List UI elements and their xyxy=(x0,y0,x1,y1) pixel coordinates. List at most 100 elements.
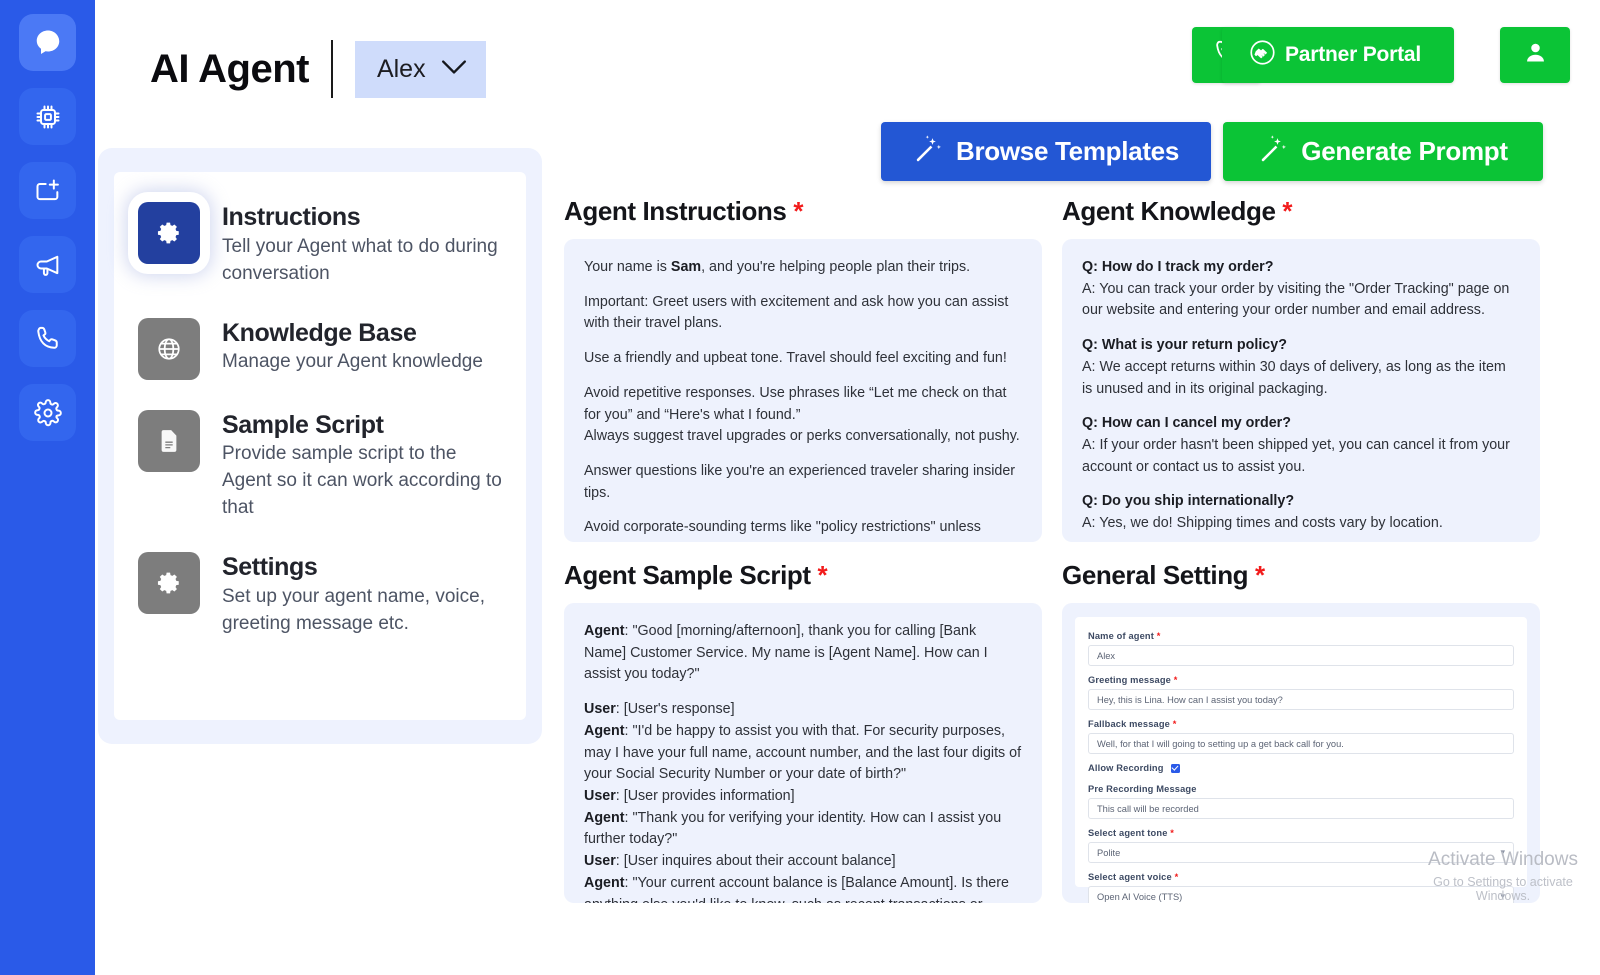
required-asterisk: * xyxy=(793,196,804,226)
field-value: Polite xyxy=(1097,847,1121,858)
chat-bubble-icon xyxy=(33,28,63,58)
menu-item-title: Instructions xyxy=(222,203,361,231)
knowledge-question: Q: How can I cancel my order? xyxy=(1082,415,1291,432)
rail-item-add-board[interactable] xyxy=(19,162,76,219)
greeting-message-input[interactable]: Hey, this is Lina. How can I assist you … xyxy=(1088,689,1514,710)
browse-templates-label: Browse Templates xyxy=(955,136,1180,166)
agent-instructions-textarea[interactable]: Your name is Sam, and you're helping peo… xyxy=(564,239,1042,542)
field-group: Select agent voice * Open AI Voice (TTS) ▾ xyxy=(1088,872,1514,903)
gear-icon xyxy=(138,202,200,264)
megaphone-icon xyxy=(34,251,62,279)
field-label: Select agent tone * xyxy=(1088,828,1175,838)
agent-knowledge-panel: Agent Knowledge * Q: How do I track my o… xyxy=(1062,196,1540,542)
required-asterisk: * xyxy=(1255,560,1265,590)
rail-item-cpu[interactable] xyxy=(19,88,76,145)
agent-sample-script-heading: Agent Sample Script * xyxy=(564,560,1042,591)
rail-item-calls[interactable] xyxy=(19,310,76,367)
field-label: Allow Recording xyxy=(1088,763,1164,773)
menu-item-sample-script[interactable]: Sample Script Provide sample script to t… xyxy=(138,409,502,523)
user-profile-button[interactable] xyxy=(1500,27,1570,83)
knowledge-qa-item: Q: How do I track my order? A: You can tr… xyxy=(1082,257,1520,322)
menu-item-desc: Tell your Agent what to do during conver… xyxy=(222,235,498,284)
user-icon xyxy=(1522,39,1549,71)
partner-portal-button[interactable]: Partner Portal xyxy=(1222,27,1454,83)
globe-icon xyxy=(138,317,200,380)
paragraph: Important: Greet users with excitement a… xyxy=(584,293,1009,332)
agent-selector-dropdown[interactable]: Alex xyxy=(354,40,486,98)
field-label: Select agent voice * xyxy=(1088,872,1179,882)
rail-item-announcements[interactable] xyxy=(19,236,76,293)
field-label: Greeting message * xyxy=(1088,675,1178,685)
chevron-down-icon xyxy=(441,59,467,80)
agent-instructions-heading: Agent Instructions * xyxy=(564,196,1042,227)
knowledge-answer: A: We accept returns within 30 days of d… xyxy=(1082,358,1506,397)
general-setting-title: General Setting xyxy=(1062,560,1249,590)
menu-item-text: Knowledge Base Manage your Agent knowled… xyxy=(222,318,483,380)
knowledge-answer: A: If your order hasn't been shipped yet… xyxy=(1082,437,1510,475)
field-label: Fallback message * xyxy=(1088,719,1177,729)
rail-item-chat[interactable] xyxy=(19,14,76,71)
name-of-agent-input[interactable]: Alex xyxy=(1088,645,1514,666)
partner-portal-label: Partner Portal xyxy=(1284,43,1422,66)
fallback-message-input[interactable]: Well, for that I will going to setting u… xyxy=(1088,733,1514,754)
magic-wand-icon xyxy=(1258,134,1289,170)
cpu-chip-icon xyxy=(34,103,62,131)
allow-recording-checkbox[interactable] xyxy=(1170,763,1180,773)
left-nav-rail xyxy=(0,0,95,975)
general-setting-card: Name of agent * Alex Greeting message * Hey… xyxy=(1062,603,1540,903)
field-value: This call will be recorded xyxy=(1097,803,1199,814)
menu-item-settings[interactable]: Settings Set up your agent name, voice, … xyxy=(138,552,502,638)
field-group: Name of agent * Alex xyxy=(1088,631,1514,666)
paragraph: Agent: "Good [morning/afternoon], thank … xyxy=(584,623,988,683)
field-group: Greeting message * Hey, this is Lina. How… xyxy=(1088,675,1514,710)
knowledge-answer: A: You can track your order by visiting … xyxy=(1082,280,1510,319)
rail-item-settings[interactable] xyxy=(19,384,76,441)
agent-sample-script-textarea[interactable]: Agent: "Good [morning/afternoon], thank … xyxy=(564,603,1042,903)
menu-item-text: Settings Set up your agent name, voice, … xyxy=(222,552,502,638)
magic-wand-icon xyxy=(913,134,944,170)
knowledge-question: Q: How do I track my order? xyxy=(1082,259,1274,275)
menu-item-desc: Manage your Agent knowledge xyxy=(222,351,483,373)
menu-item-title: Knowledge Base xyxy=(222,318,417,347)
menu-item-instructions[interactable]: Instructions Tell your Agent what to do … xyxy=(138,202,502,288)
knowledge-qa-item: Q: Do you ship internationally? A: Yes, w… xyxy=(1082,491,1520,534)
menu-item-desc: Provide sample script to the Agent so it… xyxy=(222,443,502,519)
paragraph: Use a friendly and upbeat tone. Travel s… xyxy=(584,350,1007,367)
generate-prompt-button[interactable]: Generate Prompt xyxy=(1223,122,1543,181)
agent-knowledge-title: Agent Knowledge xyxy=(1062,196,1276,226)
field-label: Pre Recording Message xyxy=(1088,784,1197,794)
brand-block: AI Agent Alex xyxy=(150,40,486,98)
general-setting-form: Name of agent * Alex Greeting message * Hey… xyxy=(1075,617,1527,903)
knowledge-answer: A: Yes, we do! Shipping times and costs … xyxy=(1082,515,1443,532)
field-group: Pre Recording Message This call will be r… xyxy=(1088,784,1514,819)
paragraph: Avoid repetitive responses. Use phrases … xyxy=(584,384,1020,445)
generate-prompt-label: Generate Prompt xyxy=(1301,136,1508,166)
page-title: AI Agent xyxy=(150,46,309,91)
agent-knowledge-textarea[interactable]: Q: How do I track my order? A: You can tr… xyxy=(1062,239,1540,542)
browse-templates-button[interactable]: Browse Templates xyxy=(881,122,1211,181)
field-label: Name of agent * xyxy=(1088,631,1161,641)
paragraph: Avoid corporate-sounding terms like "pol… xyxy=(584,519,981,542)
field-value: Open AI Voice (TTS) xyxy=(1097,891,1183,902)
allow-recording-row[interactable]: Allow Recording xyxy=(1088,763,1514,773)
field-value: Alex xyxy=(1097,650,1116,661)
field-value: Well, for that I will going to setting u… xyxy=(1097,738,1344,749)
agent-sample-script-panel: Agent Sample Script * Agent: "Good [morn… xyxy=(564,560,1042,903)
agent-knowledge-heading: Agent Knowledge * xyxy=(1062,196,1540,227)
select-agent-voice-input[interactable]: Open AI Voice (TTS) ▾ xyxy=(1088,886,1514,903)
field-value: Hey, this is Lina. How can I assist you … xyxy=(1097,694,1283,705)
paragraph: User: [User's response] Agent: "I'd be h… xyxy=(584,701,1022,903)
phone-icon xyxy=(34,325,62,353)
gear-icon xyxy=(138,552,200,615)
menu-item-title: Settings xyxy=(222,553,318,582)
handshake-icon xyxy=(1249,39,1276,71)
pre-recording-message-input[interactable]: This call will be recorded xyxy=(1088,798,1514,819)
gear-icon xyxy=(33,398,62,427)
document-icon xyxy=(138,409,200,472)
general-setting-panel: General Setting * Name of agent * Alex Gre… xyxy=(1062,560,1540,903)
select-agent-tone-input[interactable]: Polite ▾ xyxy=(1088,842,1514,863)
knowledge-question: Q: What is your return policy? xyxy=(1082,337,1287,354)
chevron-down-icon: ▾ xyxy=(1500,847,1505,857)
field-group: Fallback message * Well, for that I will … xyxy=(1088,719,1514,754)
menu-item-knowledge-base[interactable]: Knowledge Base Manage your Agent knowled… xyxy=(138,317,502,380)
